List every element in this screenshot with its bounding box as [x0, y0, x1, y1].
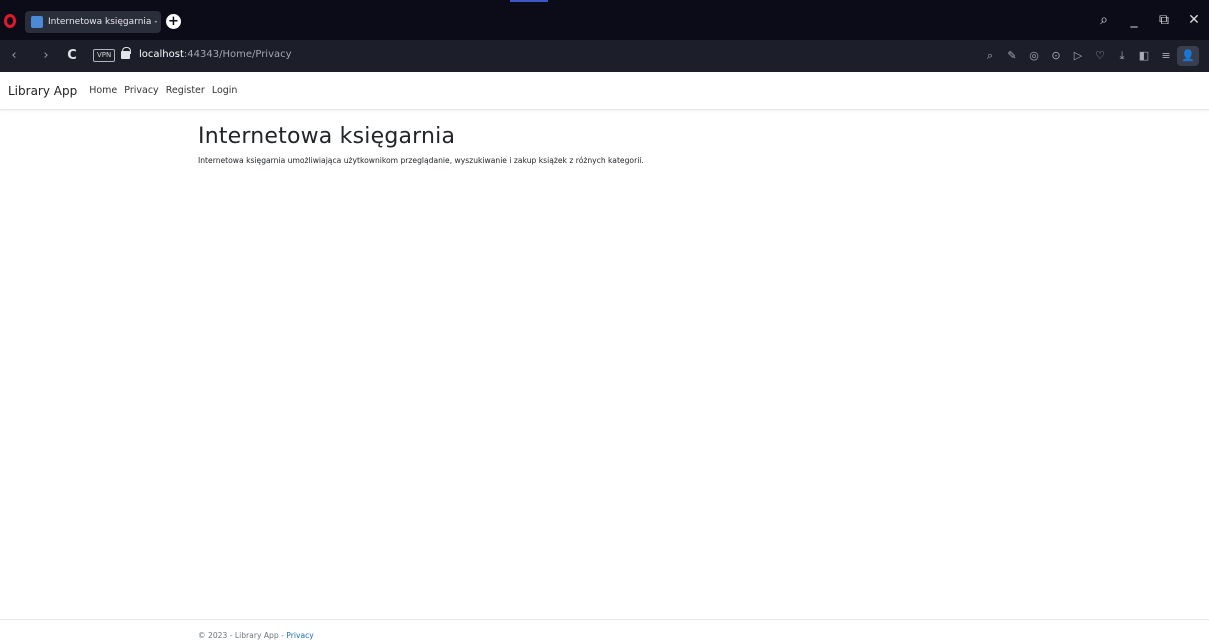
nav-link-home[interactable]: Home: [89, 85, 117, 96]
new-tab-button[interactable]: +: [166, 14, 181, 29]
profile-icon[interactable]: 👤: [1177, 46, 1199, 66]
download-icon[interactable]: ⤓: [1111, 46, 1133, 66]
nav-link-login[interactable]: Login: [212, 85, 238, 96]
search-tabs-icon[interactable]: ⌕: [1089, 8, 1119, 32]
url-field[interactable]: localhost:44343/Home/Privacy: [139, 49, 292, 60]
page-viewport: Library App Home Privacy Register Login …: [0, 72, 1209, 643]
reload-icon[interactable]: C: [64, 48, 80, 64]
vpn-badge[interactable]: VPN: [93, 49, 116, 62]
url-path: :44343/Home/Privacy: [183, 49, 292, 60]
minimize-button[interactable]: _: [1119, 8, 1149, 32]
brand-link[interactable]: Library App: [8, 84, 77, 98]
toolbar-icons: ⌕ ✎ ◎ ⊙ ▷ ♡ ⤓ ◧ ≡ 👤: [979, 46, 1199, 66]
camera-icon[interactable]: ◎: [1023, 46, 1045, 66]
footer-text: © 2023 - Library App - Privacy: [198, 631, 314, 640]
nav-link-privacy[interactable]: Privacy: [124, 85, 158, 96]
close-button[interactable]: ✕: [1179, 8, 1209, 32]
address-bar: ‹ › C VPN localhost:44343/Home/Privacy ⌕…: [0, 40, 1209, 107]
site-footer: © 2023 - Library App - Privacy: [0, 619, 1209, 643]
site-navbar: Library App Home Privacy Register Login: [0, 72, 1209, 110]
easy-setup-icon[interactable]: ≡: [1155, 46, 1177, 66]
browser-tab[interactable]: Internetowa księgarnia - L: [25, 11, 161, 33]
player-icon[interactable]: ▷: [1067, 46, 1089, 66]
forward-icon[interactable]: ›: [38, 48, 54, 64]
heart-icon[interactable]: ♡: [1089, 46, 1111, 66]
restore-button[interactable]: ⧉: [1149, 8, 1179, 32]
page-description: Internetowa księgarnia umożliwiająca uży…: [198, 156, 644, 165]
tab-favicon-icon: [31, 16, 43, 28]
lock-icon[interactable]: [121, 47, 131, 59]
footer-privacy-link[interactable]: Privacy: [286, 631, 314, 640]
top-accent: [510, 0, 548, 2]
nav-link-register[interactable]: Register: [166, 85, 205, 96]
search-page-icon[interactable]: ⌕: [979, 46, 1001, 66]
adblock-icon[interactable]: ⊙: [1045, 46, 1067, 66]
main-content: Internetowa księgarnia Internetowa księg…: [198, 124, 998, 165]
opera-logo-icon[interactable]: [4, 14, 16, 28]
footer-copyright: © 2023 - Library App -: [198, 631, 287, 640]
window-controls: ⌕ _ ⧉ ✕: [1089, 8, 1209, 32]
extension-icon[interactable]: ◧: [1133, 46, 1155, 66]
page-title: Internetowa księgarnia: [198, 124, 456, 149]
url-host: localhost: [139, 49, 184, 60]
browser-tab-bar: Internetowa księgarnia - L + ⌕ _ ⧉ ✕: [0, 0, 1209, 40]
edit-icon[interactable]: ✎: [1001, 46, 1023, 66]
tab-title: Internetowa księgarnia - L: [48, 17, 161, 27]
back-icon[interactable]: ‹: [6, 48, 22, 64]
